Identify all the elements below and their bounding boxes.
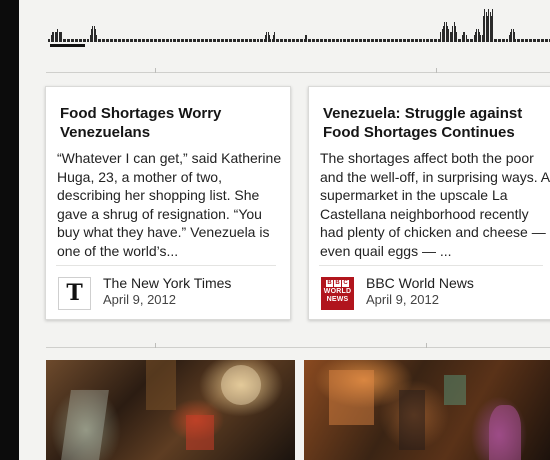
- article-summary: “Whatever I can get,” said Katherine Hug…: [57, 150, 282, 259]
- nyt-logo-icon: T: [58, 277, 91, 310]
- article-date: April 9, 2012: [366, 292, 439, 307]
- timeline-bar: [492, 9, 494, 42]
- article-source[interactable]: BBC World News: [366, 275, 474, 292]
- photo-shape: [146, 360, 176, 410]
- photo-shape: [444, 375, 466, 405]
- article-card[interactable]: Venezuela: Struggle against Food Shortag…: [308, 86, 550, 320]
- divider-top: [46, 68, 550, 73]
- timeline-selection-marker[interactable]: [50, 44, 85, 47]
- divider-notch: [155, 68, 156, 73]
- divider-notch: [436, 68, 437, 73]
- photo-shape: [399, 390, 425, 450]
- article-title[interactable]: Venezuela: Struggle against Food Shortag…: [323, 104, 548, 142]
- photo-shape: [61, 390, 109, 460]
- divider-notch: [426, 343, 427, 348]
- market-photo-1[interactable]: [46, 360, 295, 460]
- card-separator: [319, 265, 543, 266]
- article-card[interactable]: Food Shortages Worry Venezuelans “Whatev…: [45, 86, 291, 320]
- card-separator: [56, 265, 276, 266]
- photo-shape: [186, 415, 214, 450]
- article-source[interactable]: The New York Times: [103, 275, 231, 292]
- photo-shape: [489, 405, 521, 460]
- photo-shape: [329, 370, 374, 425]
- bbc-logo-icon: B B C WORLD NEWS: [321, 277, 354, 310]
- divider-notch: [155, 343, 156, 348]
- article-summary: The shortages affect both the poor and t…: [320, 150, 550, 259]
- bbc-logo-boxes: B B C: [326, 280, 349, 287]
- nyt-logo-glyph: T: [66, 280, 83, 306]
- left-edge-bar: [0, 0, 19, 460]
- article-title[interactable]: Food Shortages Worry Venezuelans: [60, 104, 290, 142]
- article-date: April 9, 2012: [103, 292, 176, 307]
- photo-shape: [221, 365, 261, 405]
- timeline-histogram[interactable]: [48, 0, 550, 50]
- market-photo-2[interactable]: [304, 360, 550, 460]
- divider-bottom: [46, 343, 550, 348]
